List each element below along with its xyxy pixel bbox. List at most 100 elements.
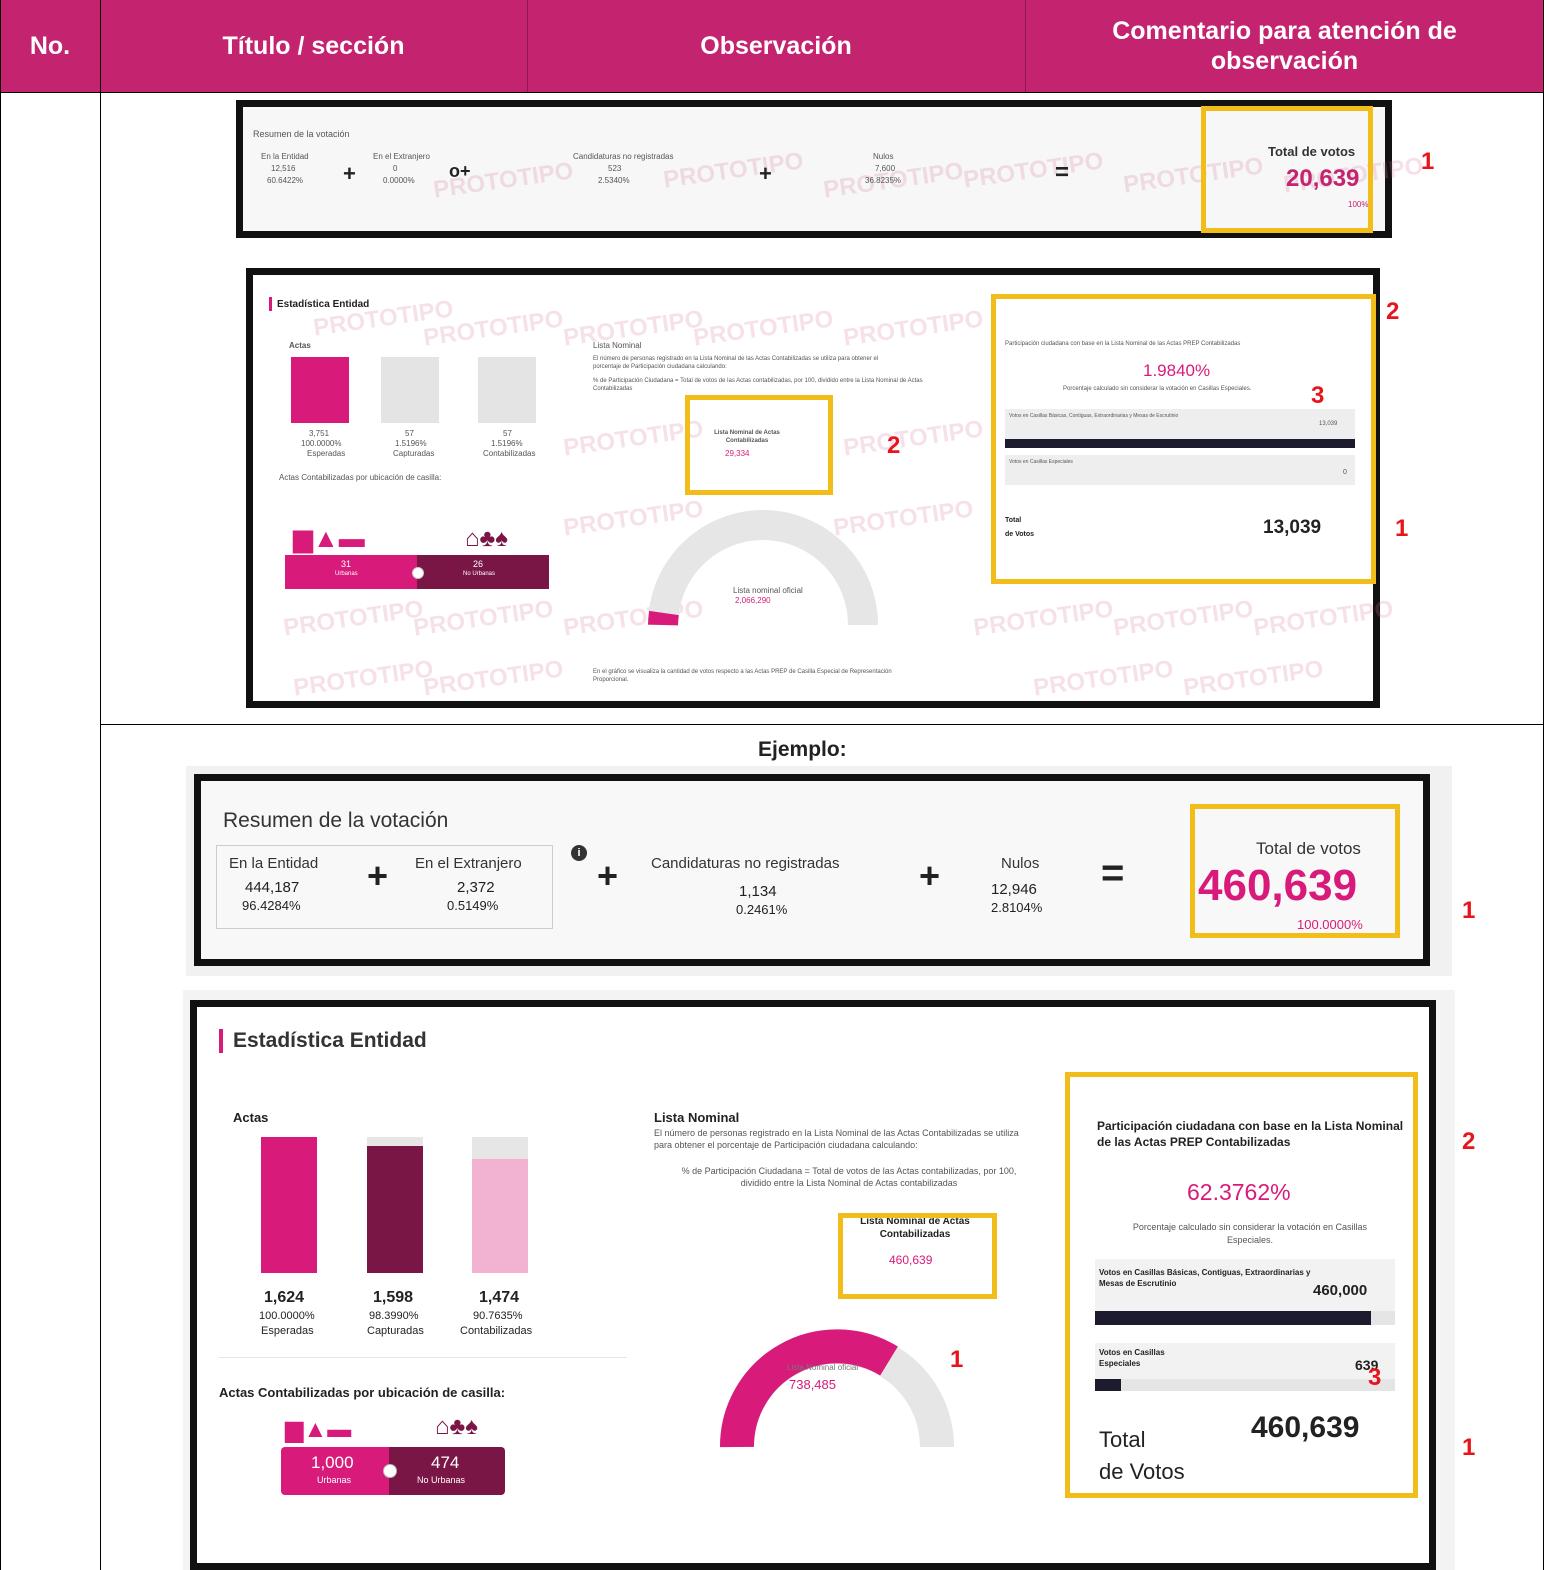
actas-label: Actas [289,341,311,350]
nulos-value: 12,946 [991,881,1037,898]
no-reg-pct: 0.2461% [736,902,788,917]
urbanas-block: 1,000 Urbanas [281,1447,389,1495]
bar-contabilizadas [478,357,536,423]
bar-capturadas [381,357,439,423]
extranjero-label: En el Extranjero [373,152,430,161]
gauge-value: 738,485 [789,1377,836,1392]
title-accent [219,1029,223,1053]
info-plus-icon: o+ [449,161,471,181]
title-accent [269,297,272,311]
section-divider [219,1357,627,1358]
stats-title: Estadística Entidad [233,1029,427,1052]
lista-formula: % de Participación Ciudadana = Total de … [681,1166,1017,1188]
bar-value: 1,598 [373,1289,414,1306]
table-border-left [0,0,1,1570]
bar-label: Esperadas [307,449,346,458]
bar-esperadas [291,357,349,423]
watermark: PROTOTIPO [421,655,566,702]
watermark: PROTOTIPO [1111,595,1256,642]
watermark: PROTOTIPO [1251,595,1396,642]
entidad-label: En la Entidad [261,152,309,161]
no-reg-label: Candidaturas no registradas [573,152,674,161]
watermark: PROTOTIPO [971,595,1116,642]
bar-esperadas [261,1137,317,1273]
plus-icon: + [597,855,619,896]
watermark: PROTOTIPO [1031,655,1176,702]
urbanas-label: Urbanas [317,1475,352,1485]
nulos-label: Nulos [873,152,894,161]
entidad-value: 444,187 [245,879,300,896]
no-urbanas-value: 474 [431,1453,460,1472]
table-header-bottom [0,92,1544,93]
bar-label: Capturadas [393,449,435,458]
observation-marker: 2 [1462,1128,1476,1155]
bar-capturadas [367,1146,423,1273]
resumen-title: Resumen de la votación [223,809,449,832]
building-icon: ▆▲▬ [293,523,365,553]
observation-marker: 2 [1386,298,1400,325]
ubicacion-label: Actas Contabilizadas por ubicación de ca… [279,473,442,482]
observation-marker: 3 [1311,382,1325,409]
highlight-box [838,1213,997,1299]
header-col-no: No. [0,0,100,92]
lista-gauge [719,1329,954,1448]
observation-marker: 1 [1421,148,1435,175]
bar-label: Contabilizadas [483,449,536,458]
extranjero-pct: 0.0000% [383,176,415,185]
bar-pct: 90.7635% [473,1310,523,1322]
watermark: PROTOTIPO [841,305,986,352]
highlight-box [1190,804,1400,938]
house-tree-icon: ⌂♣♠ [435,1413,478,1440]
watermark: PROTOTIPO [411,595,556,642]
ubicacion-label: Actas Contabilizadas por ubicación de ca… [219,1385,506,1400]
highlight-box [685,395,833,495]
lista-text: El número de personas registrado en la L… [654,1128,1019,1150]
bar-pct: 1.5196% [491,439,523,448]
no-reg-label: Candidaturas no registradas [651,855,840,872]
toggle-knob [383,1464,397,1478]
plus-icon: + [367,855,389,896]
entidad-pct: 96.4284% [242,898,301,913]
bar-value: 57 [503,429,512,438]
bar-value: 57 [405,429,414,438]
extranjero-pct: 0.5149% [447,898,499,913]
ejemplo-label: Ejemplo: [758,738,847,761]
house-tree-icon: ⌂♣♠ [465,525,508,552]
highlight-box [1065,1072,1418,1498]
watermark: PROTOTIPO [961,147,1106,194]
gauge-footnote: En el gráfico se visualiza la cantidad d… [593,669,892,683]
entidad-pct: 60.6422% [267,176,304,185]
highlight-box [991,294,1376,584]
bar-contabilizadas [472,1159,528,1273]
no-reg-value: 1,134 [739,883,777,900]
plus-icon: + [759,161,772,186]
watermark: PROTOTIPO [691,305,836,352]
table-divider-no [100,0,101,1570]
extranjero-value: 2,372 [457,879,495,896]
small-resumen-title: Resumen de la votación [253,129,350,139]
building-car-icon: ▆▲▬ [285,1416,352,1443]
table-row-divider [100,724,1544,725]
no-urbanas-value: 26 [473,559,484,569]
equals-icon: = [1101,851,1125,895]
bar-label: Capturadas [367,1325,424,1337]
no-reg-pct: 2.5340% [598,176,630,185]
observation-marker: 1 [1462,897,1476,924]
watermark: PROTOTIPO [1181,655,1326,702]
extranjero-value: 0 [393,164,398,173]
gauge-label: Lista nominal oficial [733,586,803,595]
urbanas-block: 31 Urbanas [285,555,417,589]
entidad-value: 12,516 [271,164,296,173]
info-icon[interactable]: i [571,845,587,861]
lista-title: Lista Nominal [654,1110,740,1125]
no-reg-value: 523 [608,164,622,173]
lista-formula: % de Participación Ciudadana = Total de … [593,378,923,392]
nulos-pct: 2.8104% [991,900,1043,915]
extranjero-label: En el Extranjero [415,855,522,872]
gauge-label: Lista Nominal oficial [787,1363,859,1372]
header-col-title: Título / sección [100,0,527,92]
no-urbanas-label: No Urbanas [417,1475,466,1485]
observation-marker: 1 [950,1346,964,1373]
urbanas-value: 1,000 [311,1453,354,1472]
header-divider [527,0,528,92]
